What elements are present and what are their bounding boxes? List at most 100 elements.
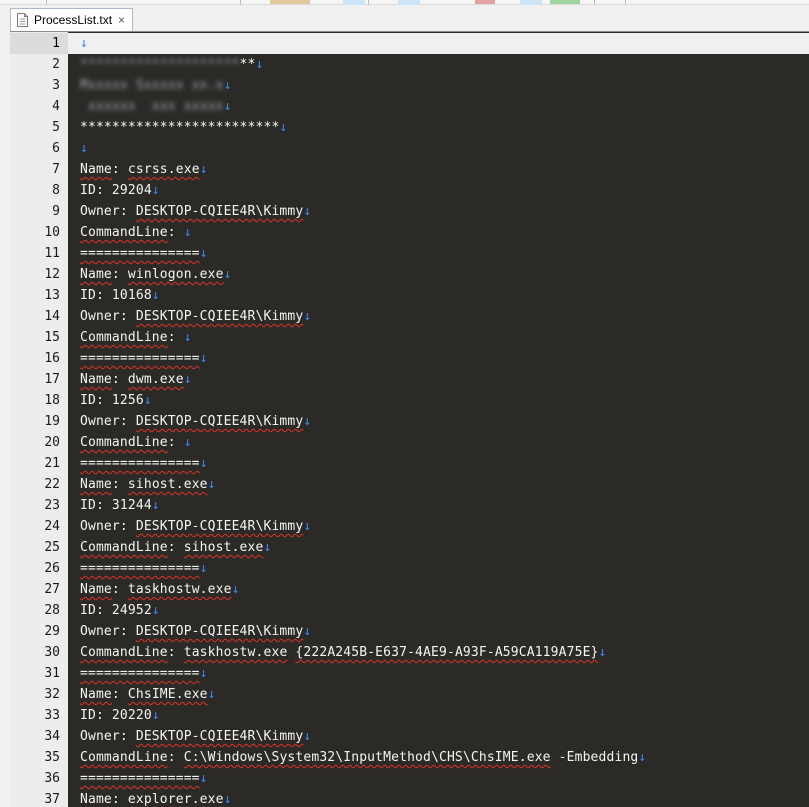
- editor-line[interactable]: 30 CommandLine: taskhostw.exe {222A245B-E…: [10, 642, 809, 663]
- editor-line[interactable]: 37 Name: explorer.exe↓: [10, 789, 809, 807]
- line-number: 23: [10, 495, 68, 516]
- editor-line[interactable]: 26 ===============↓: [10, 558, 809, 579]
- line-text: Name: dwm.exe↓: [80, 369, 192, 390]
- text-segment: ===============: [80, 456, 200, 471]
- line-number: 37: [10, 789, 68, 807]
- line-text: ID: 31244↓: [80, 495, 160, 516]
- line-text: *************************↓: [80, 117, 287, 138]
- editor-line[interactable]: 29 Owner: DESKTOP-CQIEE4R\Kimmy↓: [10, 621, 809, 642]
- line-text: ===============↓: [80, 558, 208, 579]
- editor-line[interactable]: 21 ===============↓: [10, 453, 809, 474]
- macro-record-icon[interactable]: [475, 0, 495, 4]
- editor-line[interactable]: 4 xxxxxx xxx xxxxx↓: [10, 96, 809, 117]
- close-icon[interactable]: ×: [118, 14, 125, 26]
- end-of-line-icon: ↓: [223, 78, 232, 93]
- editor-line[interactable]: 19 Owner: DESKTOP-CQIEE4R\Kimmy↓: [10, 411, 809, 432]
- end-of-line-icon: ↓: [303, 204, 312, 219]
- editor-line[interactable]: 34 Owner: DESKTOP-CQIEE4R\Kimmy↓: [10, 726, 809, 747]
- end-of-line-icon: ↓: [303, 624, 312, 639]
- editor-line[interactable]: 24 Owner: DESKTOP-CQIEE4R\Kimmy↓: [10, 516, 809, 537]
- editor-line[interactable]: 16 ===============↓: [10, 348, 809, 369]
- text-segment: CommandLine: [80, 225, 168, 240]
- editor-line[interactable]: 18 ID: 1256↓: [10, 390, 809, 411]
- text-segment: :: [111, 162, 128, 177]
- editor-line[interactable]: 10 CommandLine: ↓: [10, 222, 809, 243]
- text-segment: ===============: [80, 561, 200, 576]
- line-text: ID: 10168↓: [80, 285, 160, 306]
- end-of-line-icon: ↓: [199, 351, 208, 366]
- editor-line[interactable]: 36 ===============↓: [10, 768, 809, 789]
- line-number: 3: [10, 75, 68, 96]
- editor-line[interactable]: 5 *************************↓: [10, 117, 809, 138]
- text-segment: ===============: [80, 666, 200, 681]
- text-segment: :: [167, 750, 184, 765]
- text-segment: :: [111, 477, 128, 492]
- end-of-line-icon: ↓: [151, 708, 160, 723]
- line-number: 1: [10, 33, 68, 54]
- run-icon[interactable]: [550, 0, 580, 4]
- text-segment: :: [111, 687, 128, 702]
- line-number: 16: [10, 348, 68, 369]
- editor-line[interactable]: 6 ↓: [10, 138, 809, 159]
- editor-line[interactable]: 22 Name: sihost.exe↓: [10, 474, 809, 495]
- text-segment: DESKTOP-CQIEE4R\Kimmy: [135, 729, 304, 744]
- editor-line[interactable]: 25 CommandLine: sihost.exe↓: [10, 537, 809, 558]
- editor-line[interactable]: 14 Owner: DESKTOP-CQIEE4R\Kimmy↓: [10, 306, 809, 327]
- editor-line[interactable]: 1 ↓: [10, 33, 809, 54]
- end-of-line-icon: ↓: [199, 456, 208, 471]
- text-segment: **: [239, 57, 256, 72]
- end-of-line-icon: ↓: [199, 162, 208, 177]
- text-segment: :: [167, 645, 184, 660]
- end-of-line-icon: ↓: [231, 582, 240, 597]
- line-text: xxxxxx xxx xxxxx↓: [80, 96, 232, 117]
- line-number: 32: [10, 684, 68, 705]
- text-segment: ID: 24952: [80, 603, 152, 618]
- line-text: Name: explorer.exe↓: [80, 789, 232, 807]
- line-number: 12: [10, 264, 68, 285]
- editor-line[interactable]: 3 Mxxxxx Sxxxxx xx.x↓: [10, 75, 809, 96]
- end-of-line-icon: ↓: [151, 603, 160, 618]
- editor-line[interactable]: 31 ===============↓: [10, 663, 809, 684]
- end-of-line-icon: ↓: [143, 393, 152, 408]
- text-segment: winlogon.exe: [127, 267, 224, 282]
- text-editor[interactable]: 1 ↓ 2 **********************↓ 3 Mxxxxx Sxxxxx…: [10, 31, 809, 807]
- file-icon: [17, 13, 28, 27]
- editor-lines: 1 ↓ 2 **********************↓ 3 Mxxxxx Sxxxxx…: [10, 33, 809, 807]
- text-segment: DESKTOP-CQIEE4R\Kimmy: [135, 519, 304, 534]
- line-text: CommandLine: ↓: [80, 432, 192, 453]
- line-text: ↓: [80, 138, 88, 159]
- line-number: 31: [10, 663, 68, 684]
- line-text: Owner: DESKTOP-CQIEE4R\Kimmy↓: [80, 306, 311, 327]
- text-segment: :: [111, 582, 128, 597]
- line-number: 11: [10, 243, 68, 264]
- editor-line[interactable]: 28 ID: 24952↓: [10, 600, 809, 621]
- text-segment: sihost.exe: [183, 540, 264, 555]
- editor-line[interactable]: 2 **********************↓: [10, 54, 809, 75]
- editor-line[interactable]: 32 Name: ChsIME.exe↓: [10, 684, 809, 705]
- editor-line[interactable]: 33 ID: 20220↓: [10, 705, 809, 726]
- editor-line[interactable]: 27 Name: taskhostw.exe↓: [10, 579, 809, 600]
- text-segment: ChsIME.exe: [127, 687, 208, 702]
- text-segment: C:\Windows\System32\InputMethod\CHS\ChsI…: [183, 750, 551, 765]
- editor-line[interactable]: 23 ID: 31244↓: [10, 495, 809, 516]
- text-segment: dwm.exe: [127, 372, 184, 387]
- text-segment: ===============: [80, 771, 200, 786]
- text-segment: :: [111, 267, 128, 282]
- editor-line[interactable]: 20 CommandLine: ↓: [10, 432, 809, 453]
- editor-line[interactable]: 15 CommandLine: ↓: [10, 327, 809, 348]
- tab-processlist[interactable]: ProcessList.txt ×: [10, 8, 133, 31]
- editor-line[interactable]: 17 Name: dwm.exe↓: [10, 369, 809, 390]
- text-segment: DESKTOP-CQIEE4R\Kimmy: [135, 414, 304, 429]
- editor-line[interactable]: 12 Name: winlogon.exe↓: [10, 264, 809, 285]
- end-of-line-icon: ↓: [303, 729, 312, 744]
- editor-line[interactable]: 13 ID: 10168↓: [10, 285, 809, 306]
- editor-line[interactable]: 35 CommandLine: C:\Windows\System32\Input…: [10, 747, 809, 768]
- end-of-line-icon: ↓: [151, 183, 160, 198]
- editor-line[interactable]: 8 ID: 29204↓: [10, 180, 809, 201]
- editor-line[interactable]: 7 Name: csrss.exe↓: [10, 159, 809, 180]
- editor-line[interactable]: 9 Owner: DESKTOP-CQIEE4R\Kimmy↓: [10, 201, 809, 222]
- undo-redo-icon[interactable]: [270, 0, 310, 4]
- line-number: 4: [10, 96, 68, 117]
- editor-line[interactable]: 11 ===============↓: [10, 243, 809, 264]
- end-of-line-icon: ↓: [199, 246, 208, 261]
